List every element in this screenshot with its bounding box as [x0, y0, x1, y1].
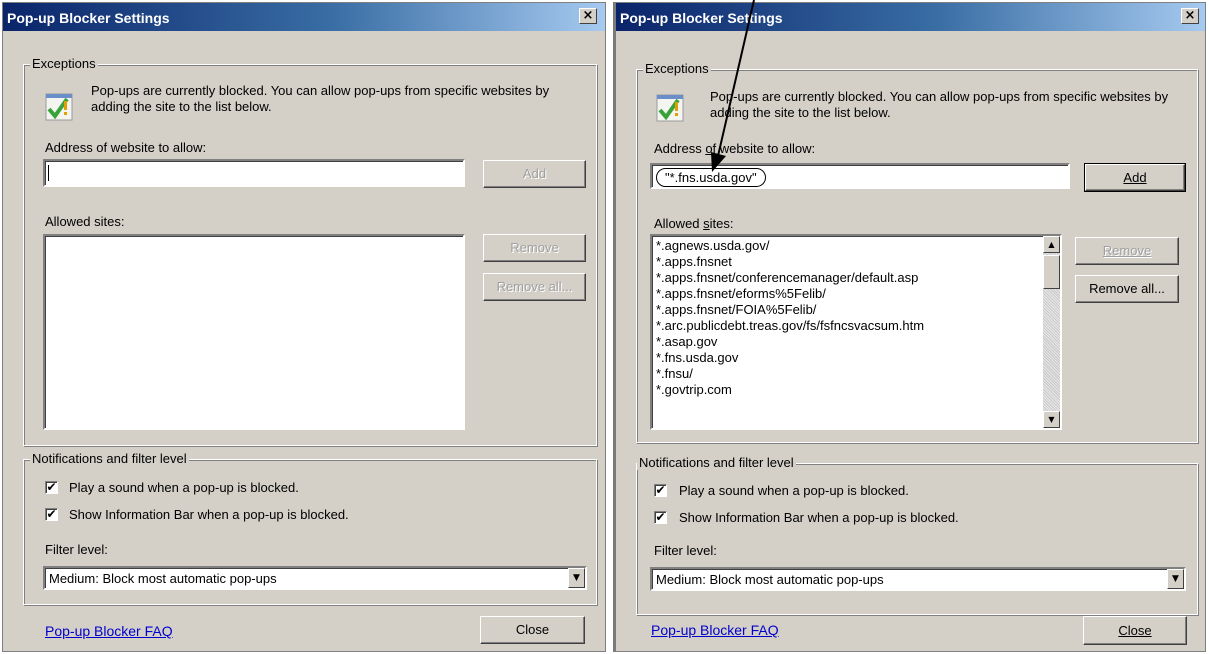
annotation-arrow	[711, 0, 755, 172]
